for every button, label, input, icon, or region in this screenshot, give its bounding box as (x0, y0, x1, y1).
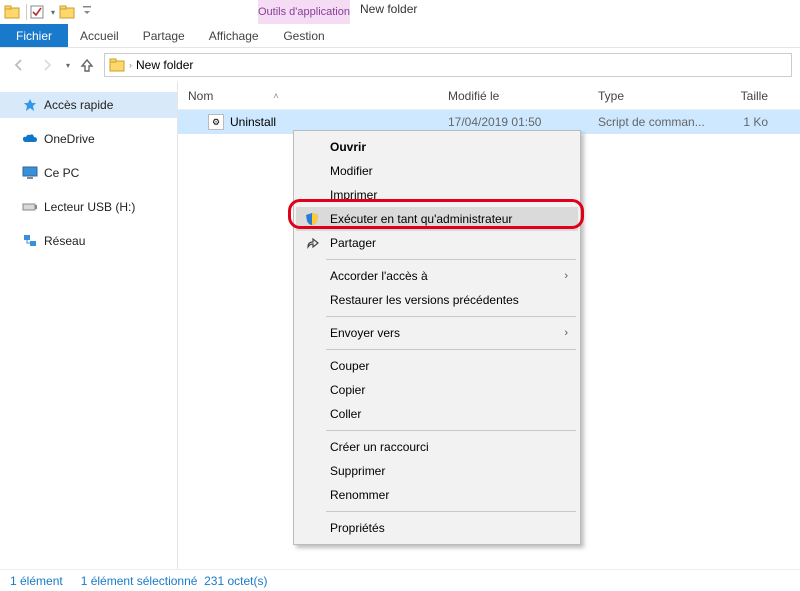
menu-edit[interactable]: Modifier (296, 159, 578, 183)
menu-share[interactable]: Partager (296, 231, 578, 255)
menu-restore-versions[interactable]: Restaurer les versions précédentes (296, 288, 578, 312)
nav-forward-button[interactable] (36, 54, 58, 76)
status-selection: 1 élément sélectionné 231 octet(s) (81, 574, 268, 588)
navigation-pane: Accès rapide OneDrive Ce PC Lecteur USB … (0, 82, 178, 569)
nav-back-button[interactable] (8, 54, 30, 76)
menu-print[interactable]: Imprimer (296, 183, 578, 207)
menu-grant-access[interactable]: Accorder l'accès à› (296, 264, 578, 288)
new-folder-qat-icon[interactable] (59, 4, 75, 20)
nav-history-dropdown-icon[interactable]: ▾ (66, 61, 70, 70)
menu-separator (326, 316, 576, 317)
menu-copy[interactable]: Copier (296, 378, 578, 402)
menu-separator (326, 259, 576, 260)
menu-delete[interactable]: Supprimer (296, 459, 578, 483)
menu-run-as-admin[interactable]: Exécuter en tant qu'administrateur (296, 207, 578, 231)
shield-icon (304, 211, 320, 227)
window-title: New folder (360, 2, 417, 16)
menu-separator (326, 511, 576, 512)
cloud-icon (22, 131, 38, 147)
sidebar-item-quick-access[interactable]: Accès rapide (0, 92, 177, 118)
folder-icon (4, 4, 20, 20)
sidebar-item-label: Lecteur USB (H:) (44, 200, 135, 214)
navigation-bar: ▾ › New folder (0, 48, 800, 82)
file-type: Script de comman... (588, 115, 708, 129)
sidebar-item-network[interactable]: Réseau (0, 228, 177, 254)
qat-dropdown-icon[interactable]: ▾ (51, 8, 55, 17)
column-header-type[interactable]: Type (588, 89, 708, 103)
sidebar-item-this-pc[interactable]: Ce PC (0, 160, 177, 186)
nav-up-button[interactable] (76, 54, 98, 76)
star-icon (22, 97, 38, 113)
file-modified: 17/04/2019 01:50 (438, 115, 588, 129)
folder-icon (109, 57, 125, 73)
sidebar-item-label: OneDrive (44, 132, 95, 146)
file-name: Uninstall (230, 115, 276, 129)
share-icon (304, 235, 320, 251)
sidebar-item-onedrive[interactable]: OneDrive (0, 126, 177, 152)
sidebar-item-label: Réseau (44, 234, 85, 248)
status-item-count: 1 élément (10, 574, 63, 588)
usb-icon (22, 199, 38, 215)
address-bar[interactable]: › New folder (104, 53, 792, 77)
tab-manage[interactable]: Gestion (258, 24, 350, 48)
network-icon (22, 233, 38, 249)
sort-indicator-icon: ˄ (273, 91, 278, 101)
properties-checkbox-icon[interactable] (29, 4, 45, 20)
chevron-right-icon[interactable]: › (129, 60, 132, 70)
menu-send-to[interactable]: Envoyer vers› (296, 321, 578, 345)
menu-paste[interactable]: Coller (296, 402, 578, 426)
tab-home[interactable]: Accueil (68, 24, 131, 47)
menu-rename[interactable]: Renommer (296, 483, 578, 507)
sidebar-item-label: Accès rapide (44, 98, 113, 112)
menu-properties[interactable]: Propriétés (296, 516, 578, 540)
menu-open[interactable]: Ouvrir (296, 135, 578, 159)
menu-create-shortcut[interactable]: Créer un raccourci (296, 435, 578, 459)
pc-icon (22, 165, 38, 181)
tab-file[interactable]: Fichier (0, 24, 68, 47)
contextual-tab-header: Outils d'application (258, 0, 350, 24)
separator (26, 4, 27, 20)
sidebar-item-usb-drive[interactable]: Lecteur USB (H:) (0, 194, 177, 220)
status-bar: 1 élément 1 élément sélectionné 231 octe… (0, 569, 800, 591)
qat-overflow-icon[interactable] (79, 4, 95, 20)
column-header-name[interactable]: Nom ˄ (178, 89, 438, 103)
column-headers: Nom ˄ Modifié le Type Taille (178, 82, 800, 110)
chevron-right-icon: › (564, 327, 568, 339)
menu-cut[interactable]: Couper (296, 354, 578, 378)
menu-separator (326, 349, 576, 350)
tab-share[interactable]: Partage (131, 24, 197, 47)
chevron-right-icon: › (564, 270, 568, 282)
column-header-size[interactable]: Taille (708, 89, 778, 103)
file-size: 1 Ko (708, 115, 778, 129)
sidebar-item-label: Ce PC (44, 166, 79, 180)
column-header-modified[interactable]: Modifié le (438, 89, 588, 103)
context-menu: Ouvrir Modifier Imprimer Exécuter en tan… (293, 130, 581, 545)
breadcrumb-item[interactable]: New folder (136, 58, 193, 72)
menu-separator (326, 430, 576, 431)
script-file-icon: ⚙ (208, 114, 224, 130)
ribbon-tabs: Fichier Accueil Partage Affichage (0, 24, 800, 48)
